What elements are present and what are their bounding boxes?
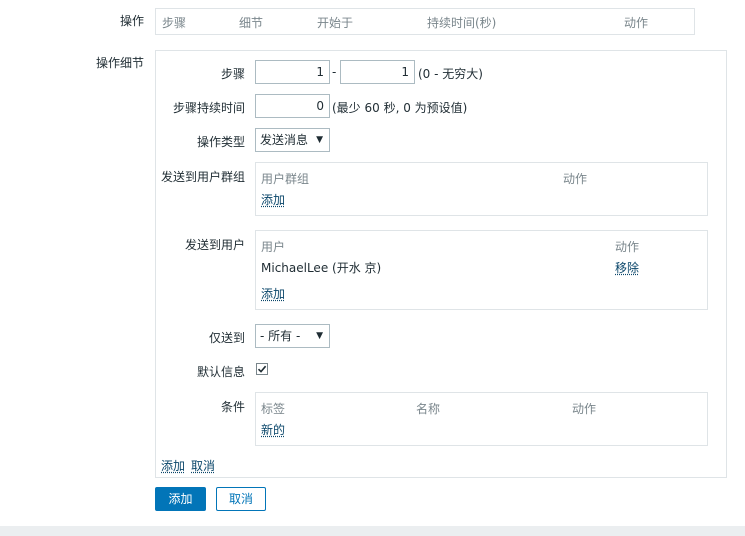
step-label: 步骤 bbox=[220, 67, 245, 81]
users-col-action: 动作 bbox=[615, 240, 640, 254]
step-separator: - bbox=[332, 65, 337, 79]
dropdown-arrow-icon: ▼ bbox=[316, 135, 323, 145]
users-add-link[interactable]: 添加 bbox=[261, 285, 285, 302]
step-from-input[interactable]: 1 bbox=[255, 60, 330, 84]
step-duration-hint: (最少 60 秒, 0 为预设值) bbox=[332, 101, 468, 115]
conditions-table: 标签 名称 动作 新的 bbox=[255, 392, 708, 446]
send-only-to-select[interactable]: - 所有 - ▼ bbox=[255, 324, 330, 348]
send-only-to-value: - 所有 - bbox=[260, 329, 301, 343]
users-row-user: MichaelLee (开水 京) bbox=[261, 261, 382, 275]
details-add-link[interactable]: 添加 bbox=[161, 457, 185, 474]
operation-details-label: 操作细节 bbox=[95, 56, 144, 70]
send-to-groups-table: 用户群组 动作 添加 bbox=[255, 162, 708, 216]
conditions-col-name: 名称 bbox=[416, 402, 441, 416]
operations-col-duration: 持续时间(秒) bbox=[427, 16, 497, 30]
operations-col-action: 动作 bbox=[624, 16, 649, 30]
send-only-to-label: 仅送到 bbox=[208, 331, 245, 345]
users-row-remove-link[interactable]: 移除 bbox=[615, 259, 639, 276]
checkmark-icon bbox=[257, 365, 267, 373]
operations-col-details: 细节 bbox=[239, 16, 264, 30]
operation-type-select[interactable]: 发送消息 ▼ bbox=[255, 128, 330, 152]
default-message-checkbox[interactable] bbox=[256, 363, 268, 375]
operations-label: 操作 bbox=[119, 14, 144, 28]
footer-bar bbox=[0, 526, 745, 536]
cancel-button[interactable]: 取消 bbox=[216, 487, 266, 511]
users-col-user: 用户 bbox=[261, 240, 286, 254]
step-hint: (0 - 无穷大) bbox=[418, 67, 483, 81]
conditions-label: 条件 bbox=[220, 400, 245, 414]
conditions-col-action: 动作 bbox=[572, 402, 597, 416]
operation-type-value: 发送消息 bbox=[260, 133, 309, 147]
conditions-new-link[interactable]: 新的 bbox=[261, 421, 285, 438]
details-cancel-link[interactable]: 取消 bbox=[191, 457, 215, 474]
send-to-groups-label: 发送到用户群组 bbox=[160, 170, 245, 184]
operations-col-step: 步骤 bbox=[162, 16, 187, 30]
step-to-input[interactable]: 1 bbox=[340, 60, 415, 84]
dropdown-arrow-icon: ▼ bbox=[316, 331, 323, 341]
operations-col-start: 开始于 bbox=[317, 16, 354, 30]
groups-add-link[interactable]: 添加 bbox=[261, 191, 285, 208]
operations-table: 步骤 细节 开始于 持续时间(秒) 动作 bbox=[155, 8, 695, 35]
conditions-col-tag: 标签 bbox=[261, 402, 286, 416]
groups-col-action: 动作 bbox=[563, 172, 588, 186]
send-to-users-table: 用户 动作 MichaelLee (开水 京) 移除 添加 bbox=[255, 230, 708, 310]
add-button[interactable]: 添加 bbox=[155, 487, 206, 511]
default-message-label: 默认信息 bbox=[196, 365, 245, 379]
operation-type-label: 操作类型 bbox=[196, 135, 245, 149]
step-duration-input[interactable]: 0 bbox=[255, 94, 330, 118]
step-duration-label: 步骤持续时间 bbox=[172, 101, 245, 115]
send-to-users-label: 发送到用户 bbox=[184, 238, 245, 252]
groups-col-group: 用户群组 bbox=[261, 172, 310, 186]
